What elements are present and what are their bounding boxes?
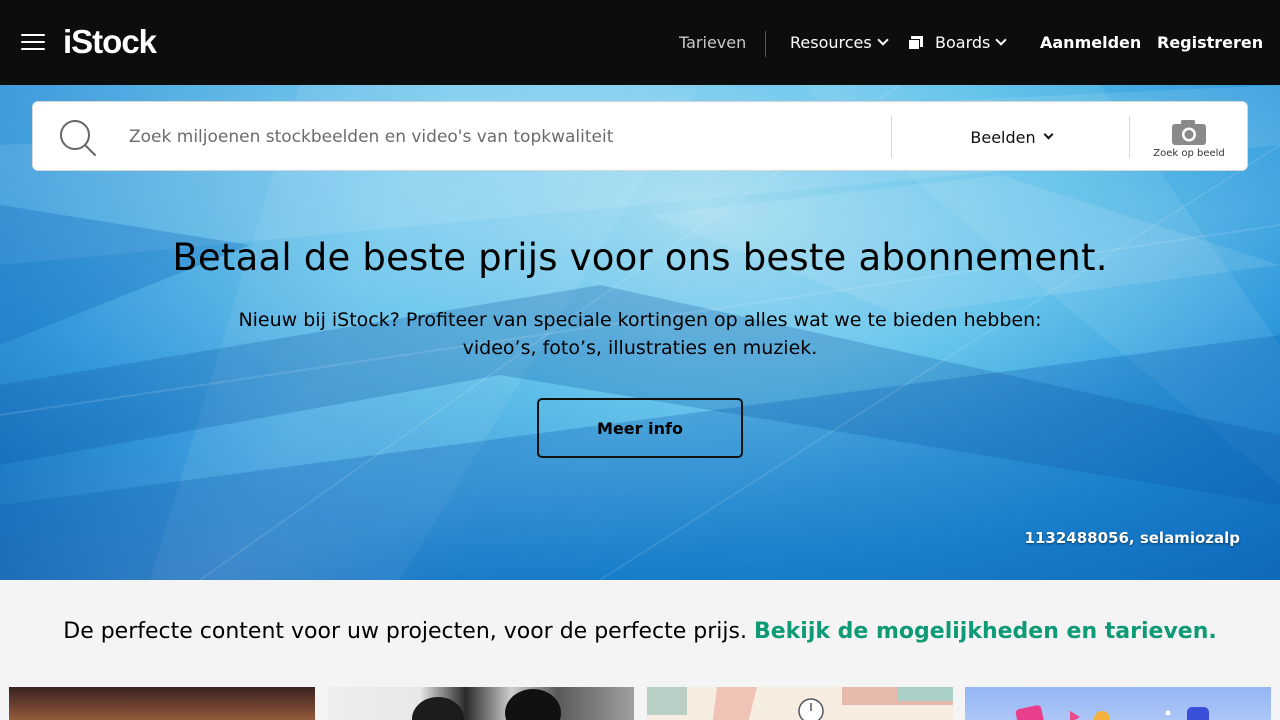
image-credit: 1132488056, selamiozalp <box>1024 529 1240 547</box>
nav-boards-menu[interactable]: Boards <box>935 32 1008 54</box>
media-type-select[interactable]: Beelden <box>893 116 1129 158</box>
search-divider <box>1129 116 1130 158</box>
promo-text: De perfecte content voor uw projecten, v… <box>63 619 747 644</box>
content-thumbnail[interactable] <box>328 687 634 720</box>
istock-logo[interactable]: iStock <box>63 22 157 62</box>
chevron-down-icon <box>877 34 889 46</box>
more-info-button[interactable]: Meer info <box>537 398 743 458</box>
nav-divider <box>765 31 766 57</box>
top-nav-bar: iStock Tarieven Resources Boards Aanmeld… <box>0 0 1280 85</box>
search-icon[interactable] <box>59 119 97 157</box>
nav-boards-label: Boards <box>935 33 991 52</box>
menu-icon[interactable] <box>21 34 45 50</box>
nav-resources-menu[interactable]: Resources <box>790 32 889 54</box>
content-thumbnail[interactable] <box>965 687 1271 720</box>
nav-resources-label: Resources <box>790 33 872 52</box>
hero-subtitle-line1: Nieuw bij iStock? Profiteer van speciale… <box>238 309 1042 331</box>
search-divider <box>891 116 892 158</box>
hero-subtitle: Nieuw bij iStock? Profiteer van speciale… <box>190 306 1090 362</box>
camera-icon <box>1172 120 1206 145</box>
sign-in-link[interactable]: Aanmelden <box>1040 32 1141 54</box>
search-input[interactable] <box>129 122 869 152</box>
content-thumbnail[interactable] <box>647 687 953 720</box>
content-thumbnail[interactable] <box>9 687 315 720</box>
chevron-down-icon <box>995 34 1008 46</box>
chevron-down-icon <box>1043 129 1054 139</box>
register-link[interactable]: Registreren <box>1157 32 1263 54</box>
hero-title: Betaal de beste prijs voor ons beste abo… <box>172 236 1108 279</box>
promo-line: De perfecte content voor uw projecten, v… <box>0 616 1280 648</box>
thumbnail-image <box>412 689 561 720</box>
search-by-image-button[interactable]: Zoek op beeld <box>1131 112 1247 162</box>
pricing-options-link[interactable]: Bekijk de mogelijkheden en tarieven. <box>754 619 1217 644</box>
search-bar: Beelden Zoek op beeld <box>32 101 1248 171</box>
thumbnail-image <box>1015 705 1209 720</box>
search-by-image-label: Zoek op beeld <box>1153 148 1225 159</box>
thumbnail-image <box>647 687 953 720</box>
boards-icon <box>908 36 923 50</box>
media-type-value: Beelden <box>970 127 1036 147</box>
hero-subtitle-line2: video’s, foto’s, illustraties en muziek. <box>462 337 818 359</box>
nav-pricing-link[interactable]: Tarieven <box>679 32 746 54</box>
